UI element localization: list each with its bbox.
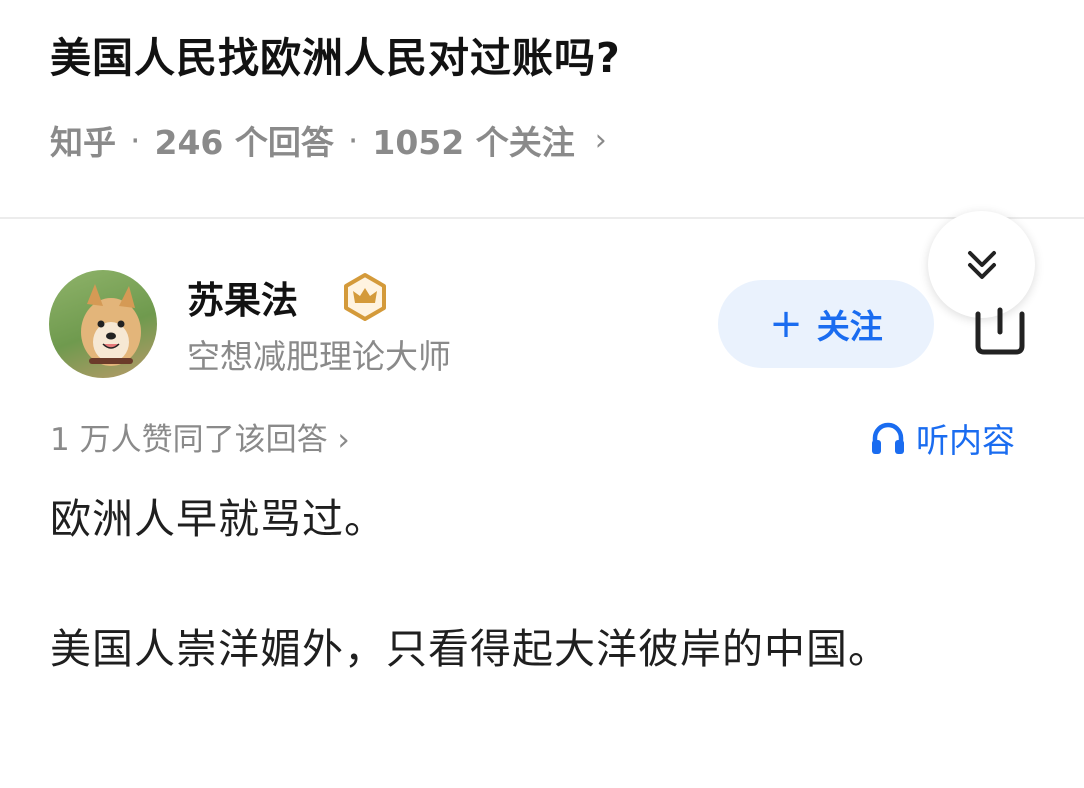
plus-icon: + [769, 301, 803, 347]
meta-separator: · [347, 120, 359, 160]
follow-label: 关注 [816, 307, 883, 346]
follower-count: 1052 个关注 [372, 123, 575, 162]
vote-summary[interactable]: 1 万人赞同了该回答 › [50, 414, 350, 459]
headphones-icon [872, 422, 904, 454]
double-chevron-down-icon [967, 250, 996, 279]
chevron-right-icon: › [594, 122, 607, 158]
answer-paragraph: 美国人崇洋媚外，只看得起大洋彼岸的中国。 [50, 625, 890, 673]
collapse-button[interactable] [928, 211, 1035, 318]
source-label: 知乎 [50, 123, 116, 162]
answer-page: 美国人民找欧洲人民对过账吗? 知乎 · 246 个回答 · 1052 个关注 ›… [0, 0, 1084, 788]
answer-count: 246 个回答 [154, 123, 334, 162]
avatar[interactable] [49, 270, 157, 378]
share-icon[interactable] [970, 306, 1030, 356]
listen-button[interactable]: 听内容 [870, 414, 1015, 462]
question-meta[interactable]: 知乎 · 246 个回答 · 1052 个关注 › [50, 116, 607, 164]
crown-badge-icon [340, 272, 390, 322]
divider [0, 217, 1084, 219]
follow-button[interactable]: + 关注 [718, 280, 934, 368]
listen-label: 听内容 [916, 421, 1015, 460]
answer-paragraph: 欧洲人早就骂过。 [50, 495, 386, 543]
author-description: 空想减肥理论大师 [187, 337, 451, 376]
author-name[interactable]: 苏果法 [187, 270, 298, 324]
meta-separator: · [130, 120, 141, 160]
question-title[interactable]: 美国人民找欧洲人民对过账吗? [50, 24, 621, 84]
